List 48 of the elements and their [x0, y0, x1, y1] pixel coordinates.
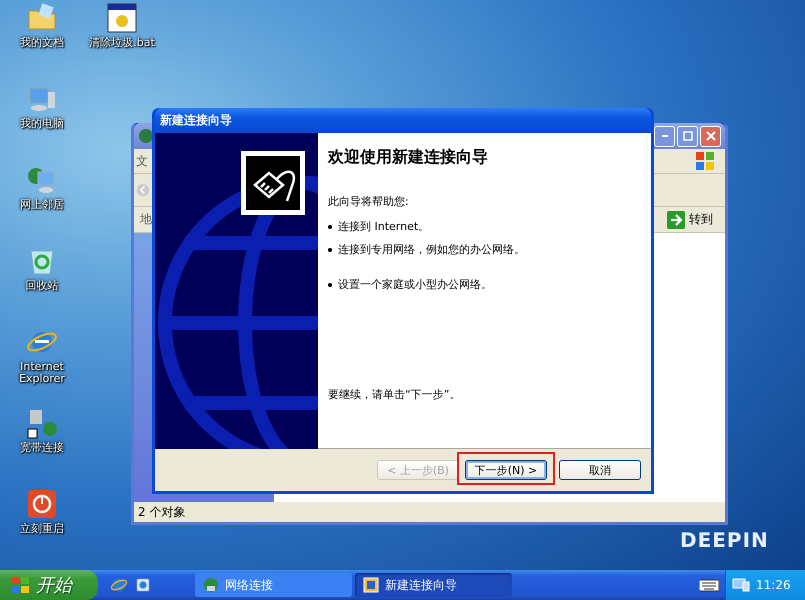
email-icon[interactable] — [134, 576, 152, 594]
browser-icon[interactable] — [110, 576, 128, 594]
window-icon — [363, 577, 379, 593]
bullet-icon — [328, 248, 332, 252]
maximize-button[interactable] — [677, 126, 698, 146]
menu-item[interactable]: 文 — [136, 152, 148, 170]
close-icon — [706, 131, 716, 141]
desktop-icon-label[interactable]: 立刻重启 — [4, 523, 80, 535]
go-button[interactable]: 转到 — [661, 210, 719, 228]
address-label: 地 — [140, 211, 152, 228]
maximize-icon — [682, 131, 692, 141]
wizard-heading: 欢迎使用新建连接向导 — [328, 147, 489, 168]
globe-icon — [203, 577, 219, 593]
network-shortcut-icon[interactable] — [26, 407, 58, 439]
close-button[interactable] — [700, 126, 721, 146]
desktop-icon-label[interactable]: 宽带连接 — [4, 442, 80, 454]
wizard-button[interactable]: 取消 — [559, 460, 641, 480]
bullet-icon — [328, 224, 332, 228]
taskbar-button[interactable]: 网络连接 — [195, 573, 352, 597]
bullet-text: 设置一个家庭或小型办公网络。 — [338, 277, 492, 292]
bullet-text: 连接到 Internet。 — [338, 219, 430, 234]
desktop-icon-label[interactable]: Internet Explorer — [4, 361, 80, 385]
desktop-icon-label[interactable]: 回收站 — [4, 280, 80, 292]
keyboard-icon[interactable] — [699, 578, 719, 592]
wallpaper-logo: DEEPIN — [680, 528, 769, 552]
bullet-text: 连接到专用网络，例如您的办公网络。 — [338, 242, 525, 257]
start-button[interactable]: 开始 — [0, 570, 98, 600]
window-title: 新建连接向导 — [160, 112, 232, 129]
desktop-icon-label[interactable]: 清除垃圾.bat — [84, 37, 160, 49]
windows-flag-icon — [695, 151, 715, 171]
power-icon[interactable] — [26, 488, 58, 520]
minimize-icon — [662, 135, 668, 137]
wizard-button[interactable]: 下一步(N) > — [465, 460, 547, 480]
intro-text: 此向导将帮助您: — [328, 194, 410, 209]
status-text: 2 个对象 — [138, 504, 186, 520]
taskbar-button[interactable]: 新建连接向导 — [355, 573, 512, 597]
minimize-button[interactable] — [654, 126, 675, 146]
clock: 11:26 — [756, 578, 791, 592]
bullet-icon — [328, 282, 332, 286]
network-computer-icon[interactable] — [732, 577, 750, 593]
desktop-icon-label[interactable]: 我的文档 — [4, 37, 80, 49]
arrow-right-icon — [667, 210, 685, 228]
windows-flag-icon — [10, 575, 30, 595]
continue-hint: 要继续，请单击“下一步”。 — [328, 387, 462, 402]
desktop-icon-label[interactable]: 网上邻居 — [4, 199, 80, 211]
network-plug-icon — [241, 151, 305, 215]
desktop-icon-label[interactable]: 我的电脑 — [4, 118, 80, 130]
globe-icon — [138, 128, 154, 144]
